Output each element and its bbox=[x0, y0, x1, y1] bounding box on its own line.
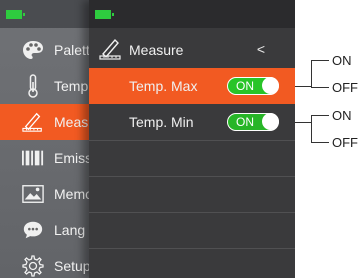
callout-line-off bbox=[311, 142, 329, 143]
callout-min-off: OFF bbox=[332, 135, 358, 150]
menu-item-measure[interactable]: Measure bbox=[0, 104, 108, 140]
callout-bracket bbox=[311, 115, 312, 143]
menu-item-temp[interactable]: Temp bbox=[0, 68, 100, 104]
chat-bubble-icon bbox=[22, 219, 44, 241]
submenu-status-bar bbox=[89, 0, 295, 28]
device-screen: Palette Temp Measure Emiss Memo Lang Set… bbox=[0, 0, 295, 278]
ruler-pen-icon bbox=[22, 111, 44, 133]
image-icon bbox=[22, 183, 44, 205]
ruler-pen-icon bbox=[99, 38, 123, 62]
toggle-state-text: ON bbox=[236, 79, 254, 93]
battery-icon bbox=[95, 10, 114, 19]
menu-item-language[interactable]: Lang bbox=[0, 212, 100, 248]
row-label: Temp. Min bbox=[129, 114, 194, 130]
submenu-header[interactable]: Measure < bbox=[89, 32, 295, 68]
thermometer-icon bbox=[22, 74, 44, 98]
battery-icon bbox=[6, 10, 25, 19]
callout-line-on bbox=[311, 60, 329, 61]
gear-icon bbox=[22, 255, 44, 277]
temp-max-toggle[interactable]: ON bbox=[227, 77, 279, 95]
menu-item-label: Setup bbox=[54, 258, 91, 274]
menu-item-label: Temp bbox=[54, 78, 89, 94]
menu-item-label: Memo bbox=[54, 186, 93, 202]
menu-item-memory[interactable]: Memo bbox=[0, 176, 100, 212]
row-label: Temp. Max bbox=[129, 78, 198, 94]
divider bbox=[89, 212, 295, 213]
callout-max-off: OFF bbox=[332, 80, 358, 95]
divider bbox=[89, 176, 295, 177]
barcode-icon bbox=[22, 147, 44, 169]
palette-icon bbox=[22, 39, 44, 61]
menu-item-setup[interactable]: Setup bbox=[0, 248, 100, 278]
toggle-state-text: ON bbox=[236, 115, 254, 129]
toggle-knob bbox=[262, 113, 279, 130]
temp-min-toggle[interactable]: ON bbox=[227, 113, 279, 131]
main-menu: Palette Temp Measure Emiss Memo Lang Set… bbox=[0, 0, 108, 278]
menu-item-palette[interactable]: Palette bbox=[0, 32, 100, 68]
callout-connector bbox=[295, 122, 311, 123]
row-temp-min[interactable]: Temp. Min ON bbox=[89, 104, 295, 140]
menu-item-label: Emiss bbox=[54, 150, 93, 166]
callout-line-off bbox=[311, 87, 329, 88]
status-bar bbox=[0, 0, 100, 28]
toggle-knob bbox=[262, 77, 279, 94]
divider bbox=[89, 140, 295, 141]
callout-min-on: ON bbox=[332, 108, 352, 123]
callout-max-on: ON bbox=[332, 53, 352, 68]
measure-submenu: Measure < Temp. Max ON Temp. Min ON bbox=[89, 0, 295, 278]
callout-connector bbox=[295, 86, 311, 87]
callout-line-on bbox=[311, 115, 329, 116]
menu-item-emissivity[interactable]: Emiss bbox=[0, 140, 100, 176]
callout-bracket bbox=[311, 60, 312, 88]
menu-item-label: Lang bbox=[54, 222, 86, 238]
back-chevron-icon[interactable]: < bbox=[257, 41, 265, 57]
row-temp-max[interactable]: Temp. Max ON bbox=[89, 68, 295, 104]
divider bbox=[89, 248, 295, 249]
submenu-title: Measure bbox=[129, 42, 184, 58]
